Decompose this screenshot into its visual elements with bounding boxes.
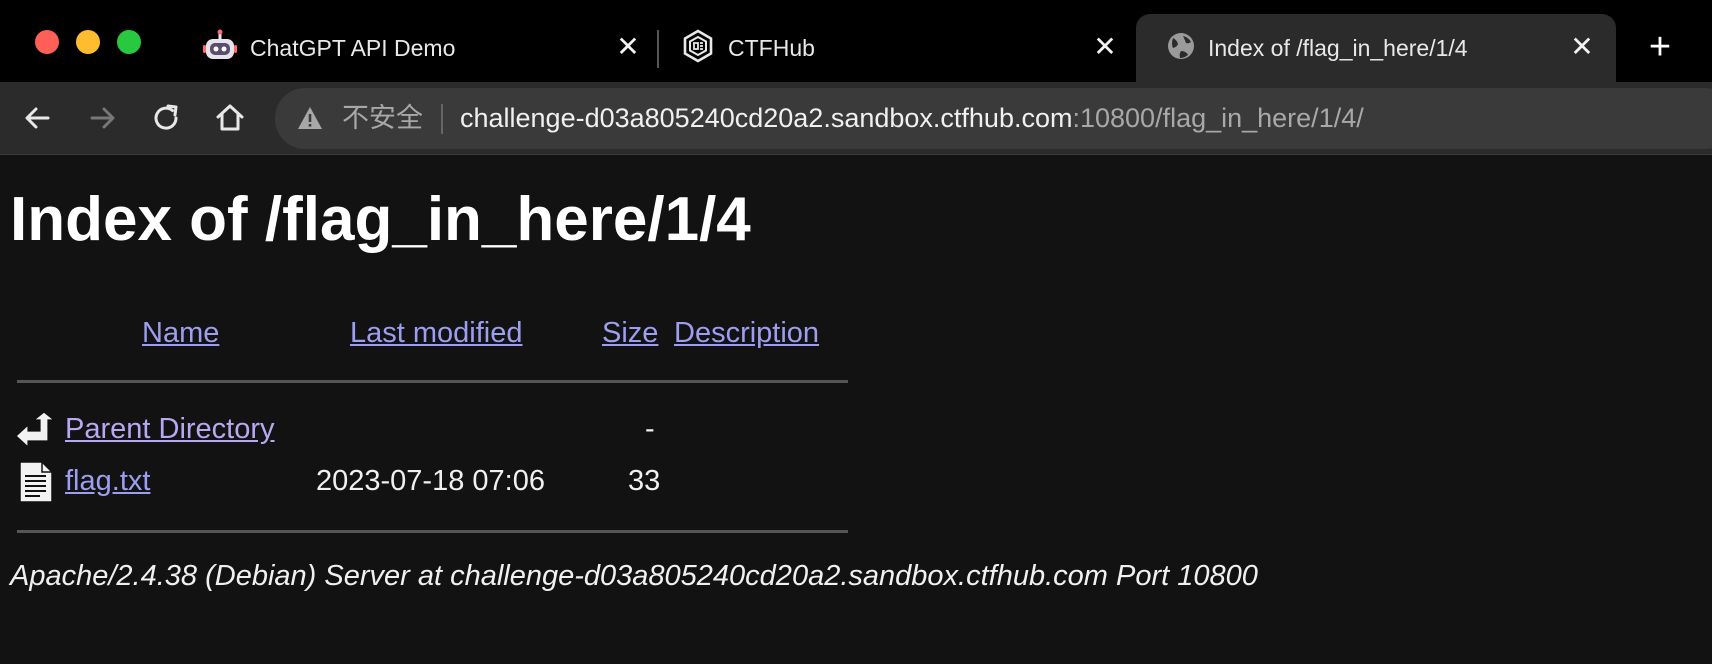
tab-strip: ChatGPT API Demo ✕ CTFHub ✕ Index of /fl… [0,0,1712,82]
column-header-name[interactable]: Name [142,316,219,350]
list-item-link[interactable]: flag.txt [65,464,150,498]
tab-divider [657,30,659,68]
column-header-description[interactable]: Description [674,316,819,350]
ctfhub-logo-icon [683,29,713,63]
security-status-label[interactable]: 不安全 [342,102,423,134]
column-header-size[interactable]: Size [602,316,658,350]
globe-icon [1168,33,1194,59]
fullscreen-window-button[interactable] [117,30,141,54]
new-tab-button[interactable]: + [1643,28,1677,66]
divider [17,380,848,383]
divider [17,530,848,533]
tab-title: Index of /flag_in_here/1/4 [1208,35,1468,61]
page-title: Index of /flag_in_here/1/4 [10,185,751,254]
page-content: Index of /flag_in_here/1/4 Name Last mod… [0,156,1712,664]
reload-icon[interactable] [148,100,184,136]
url-path: :10800/flag_in_here/1/4/ [1072,103,1364,133]
close-tab-icon[interactable]: ✕ [1568,33,1596,62]
back-arrow-icon [15,411,56,449]
table-cell-size: - [645,413,655,445]
home-icon[interactable] [212,100,248,136]
tab-title: ChatGPT API Demo [250,35,456,61]
minimize-window-button[interactable] [76,30,100,54]
close-window-button[interactable] [35,30,59,54]
address-bar[interactable]: 不安全 challenge-d03a805240cd20a2.sandbox.c… [275,88,1712,149]
tab-index-of-flag[interactable]: Index of /flag_in_here/1/4 ✕ [1136,14,1616,82]
table-cell-last-modified: 2023-07-18 07:06 [316,465,545,497]
close-tab-icon[interactable]: ✕ [1091,33,1119,62]
tab-title: CTFHub [728,35,815,61]
close-tab-icon[interactable]: ✕ [614,33,642,62]
warning-icon[interactable] [297,106,323,130]
tab-chatgpt-api-demo[interactable]: ChatGPT API Demo ✕ [203,14,648,82]
back-arrow-icon[interactable] [20,100,56,136]
url-text[interactable]: challenge-d03a805240cd20a2.sandbox.ctfhu… [460,102,1364,134]
forward-arrow-icon[interactable] [84,100,120,136]
browser-toolbar: 不安全 challenge-d03a805240cd20a2.sandbox.c… [0,82,1712,155]
server-signature: Apache/2.4.38 (Debian) Server at challen… [10,560,1258,592]
list-item-link[interactable]: Parent Directory [65,412,275,446]
address-bar-divider [441,104,443,134]
column-header-last-modified[interactable]: Last modified [350,316,523,350]
robot-icon [203,29,237,59]
table-cell-size: 33 [628,465,661,497]
text-file-icon [19,461,53,503]
url-host: challenge-d03a805240cd20a2.sandbox.ctfhu… [460,103,1073,133]
tab-ctfhub[interactable]: CTFHub ✕ [681,14,1121,82]
